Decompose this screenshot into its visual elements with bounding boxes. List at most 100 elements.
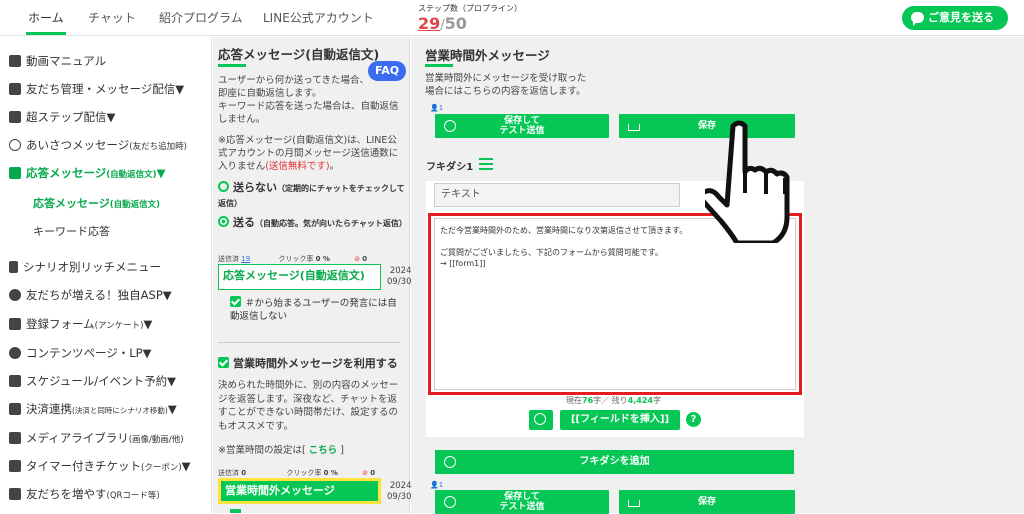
click-label: クリック率 xyxy=(278,255,314,263)
sidebar-item-schedule[interactable]: スケジュール/イベント予約▼ xyxy=(9,371,176,391)
sent-count[interactable]: 19 xyxy=(241,255,250,263)
sidebar-item-payment[interactable]: 決済連携(決済と同時にシナリオ移動)▼ xyxy=(9,399,177,419)
radio-label: 送る xyxy=(233,216,255,229)
recipient-count: 👤1 xyxy=(430,104,443,112)
radio-sub: （自動応答。気が向いたらチャット返信） xyxy=(255,219,407,228)
sidebar-item-label: あいさつメッセージ xyxy=(26,138,130,152)
faq-button[interactable]: FAQ xyxy=(368,61,406,81)
list-icon xyxy=(9,318,21,330)
sidebar-item-arrow: ▼ xyxy=(181,459,191,473)
off-hours-checkbox[interactable]: 営業時間外メッセージを利用する xyxy=(218,357,398,370)
checkbox-checked xyxy=(218,357,229,368)
block-count: 0 xyxy=(370,469,376,477)
message-line: ご質問がございましたら、下記のフォームから質問可能です。 xyxy=(440,248,663,257)
video-icon xyxy=(9,55,21,67)
title-underline xyxy=(218,64,246,67)
button-label: 保存 xyxy=(697,497,716,507)
sidebar-sub-auto-reply[interactable]: 応答メッセージ(自動返信文) xyxy=(33,195,160,211)
top-nav-bar: ホーム チャット 紹介プログラム LINE公式アカウント ステップ数（プロプライ… xyxy=(0,0,1024,36)
sidebar-item-sub: (QRコード等) xyxy=(106,491,160,501)
folder-icon xyxy=(9,432,21,444)
radio-circle xyxy=(218,181,229,192)
sidebar-item-sub: (決済と同時にシナリオ移動) xyxy=(72,406,168,415)
click-rate: 0 % xyxy=(323,469,338,477)
counter-prefix: 現在 xyxy=(566,396,582,405)
block-icon: ⊘ xyxy=(362,469,369,477)
tab-home[interactable]: ホーム xyxy=(26,0,66,36)
add-fukidashi-button[interactable]: フキダシを追加 xyxy=(435,450,794,474)
checkbox-partial[interactable] xyxy=(230,509,241,513)
save-and-test-button-bottom[interactable]: 保存して テスト送信 xyxy=(435,490,609,514)
globe-icon xyxy=(9,347,21,359)
sidebar-item-label: メディアライブラリ xyxy=(26,431,129,445)
sidebar-item-label: コンテンツページ・LP▼ xyxy=(26,346,152,360)
button-label-line1: 保存して xyxy=(504,116,540,126)
hash-no-reply-checkbox[interactable]: ＃から始まるユーザーの発言には自動返信しない xyxy=(230,296,405,323)
sidebar-item-sub: (クーポン) xyxy=(141,463,182,473)
feedback-button[interactable]: ご意見を送る xyxy=(902,6,1008,30)
free-note: ※応答メッセージ(自動返信文)は、LINE公式アカウントの月間メッセージ送信通数… xyxy=(218,134,403,173)
plus-circle-icon xyxy=(444,456,456,468)
title-underline xyxy=(425,64,453,67)
sidebar-item-label: シナリオ別リッチメニュー xyxy=(23,260,161,274)
auto-reply-message-button[interactable]: 応答メッセージ(自動返信文) xyxy=(218,264,381,290)
check-circle-icon xyxy=(444,120,456,132)
message-type-select[interactable]: テキスト xyxy=(434,183,680,207)
description-line: 場合にはこちらの内容を返信します。 xyxy=(425,86,586,97)
sidebar-item-label: 登録フォーム xyxy=(26,317,95,331)
drag-handle-icon[interactable] xyxy=(479,158,493,170)
recipient-number: 1 xyxy=(438,481,444,489)
sidebar-item-arrow: ▼ xyxy=(143,317,153,331)
sidebar-item-content[interactable]: コンテンツページ・LP▼ xyxy=(9,343,151,363)
checkbox-label: ＃から始まるユーザーの発言には自動返信しない xyxy=(230,298,397,322)
step-count: 29/50 xyxy=(418,14,467,33)
sidebar-item-add-friends[interactable]: 友だちを増やす(QRコード等) xyxy=(9,484,160,504)
sidebar-item-media[interactable]: メディアライブラリ(画像/動画/他) xyxy=(9,428,184,448)
step-current: 29 xyxy=(418,14,441,33)
sidebar-item-label: タイマー付きチケット xyxy=(26,459,141,473)
reply-icon xyxy=(9,167,21,179)
tab-line-official[interactable]: LINE公式アカウント xyxy=(263,0,374,36)
radio-send[interactable]: 送る（自動応答。気が向いたらチャット返信） xyxy=(218,216,408,231)
hours-setting-close: ] xyxy=(340,445,344,456)
checkbox-checked xyxy=(230,296,241,307)
insert-field-button[interactable]: [[フィールドを挿入]] xyxy=(560,410,680,430)
fukidashi-label: フキダシ1 xyxy=(426,162,474,173)
sidebar-item-step[interactable]: 超ステップ配信▼ xyxy=(9,107,115,127)
sidebar-item-ticket[interactable]: タイマー付きチケット(クーポン)▼ xyxy=(9,456,191,476)
message-line: → [[form1]] xyxy=(440,259,486,268)
step-icon xyxy=(9,111,21,123)
sidebar-item-arrow: ▼ xyxy=(167,402,177,416)
sidebar: 動画マニュアル 友だち管理・メッセージ配信▼ 超ステップ配信▼ あいさつメッセー… xyxy=(0,37,212,513)
emoji-button[interactable] xyxy=(529,410,553,430)
tab-referral[interactable]: 紹介プログラム xyxy=(159,0,243,36)
help-icon[interactable]: ? xyxy=(686,412,701,427)
chars-left: 4,424 xyxy=(627,396,653,405)
reply-date: 2024 09/30 xyxy=(387,266,412,288)
sidebar-sub-keyword[interactable]: キーワード応答 xyxy=(33,223,110,239)
off-hours-message-button[interactable]: 営業時間外メッセージ xyxy=(218,478,381,504)
sidebar-item-greeting[interactable]: あいさつメッセージ(友だち追加時) xyxy=(9,135,187,155)
hours-settings-link[interactable]: こちら xyxy=(309,445,338,456)
counter-suffix: 字 xyxy=(653,396,661,405)
char-counter: 現在76字／ 残り4,424字 xyxy=(566,395,661,406)
sidebar-item-rich-menu[interactable]: シナリオ別リッチメニュー xyxy=(9,257,161,277)
save-button-bottom[interactable]: 保存 xyxy=(619,490,795,514)
pointing-hand-cursor-icon xyxy=(705,120,790,243)
sidebar-item-sub: (画像/動画/他) xyxy=(128,435,184,445)
save-and-test-button[interactable]: 保存して テスト送信 xyxy=(435,114,609,138)
sidebar-item-friends[interactable]: 友だち管理・メッセージ配信▼ xyxy=(9,79,184,99)
sidebar-item-video-manual[interactable]: 動画マニュアル xyxy=(9,51,106,71)
tab-chat[interactable]: チャット xyxy=(88,0,136,36)
sidebar-item-form[interactable]: 登録フォーム(アンケート)▼ xyxy=(9,314,152,334)
sidebar-item-asp[interactable]: 友だちが増える！独自ASP▼ xyxy=(9,285,172,305)
sidebar-item-label: 応答メッセージ xyxy=(26,166,107,180)
message-textarea[interactable]: ただ今営業時間外のため、営業時間になり次第返信させて頂きます。 ご質問がございま… xyxy=(434,218,796,390)
date-day: 09/30 xyxy=(387,492,412,502)
sidebar-item-auto-reply[interactable]: 応答メッセージ(自動返信文)▼ xyxy=(9,163,165,183)
checkbox-label: 営業時間外メッセージを利用する xyxy=(233,357,398,370)
sent-label: 送信済 xyxy=(218,255,239,263)
sidebar-sub-label: 応答メッセージ xyxy=(33,197,110,210)
date-day: 09/30 xyxy=(387,277,412,287)
radio-dont-send[interactable]: 送らない（定期的にチャットをチェックして返信） xyxy=(218,181,408,211)
